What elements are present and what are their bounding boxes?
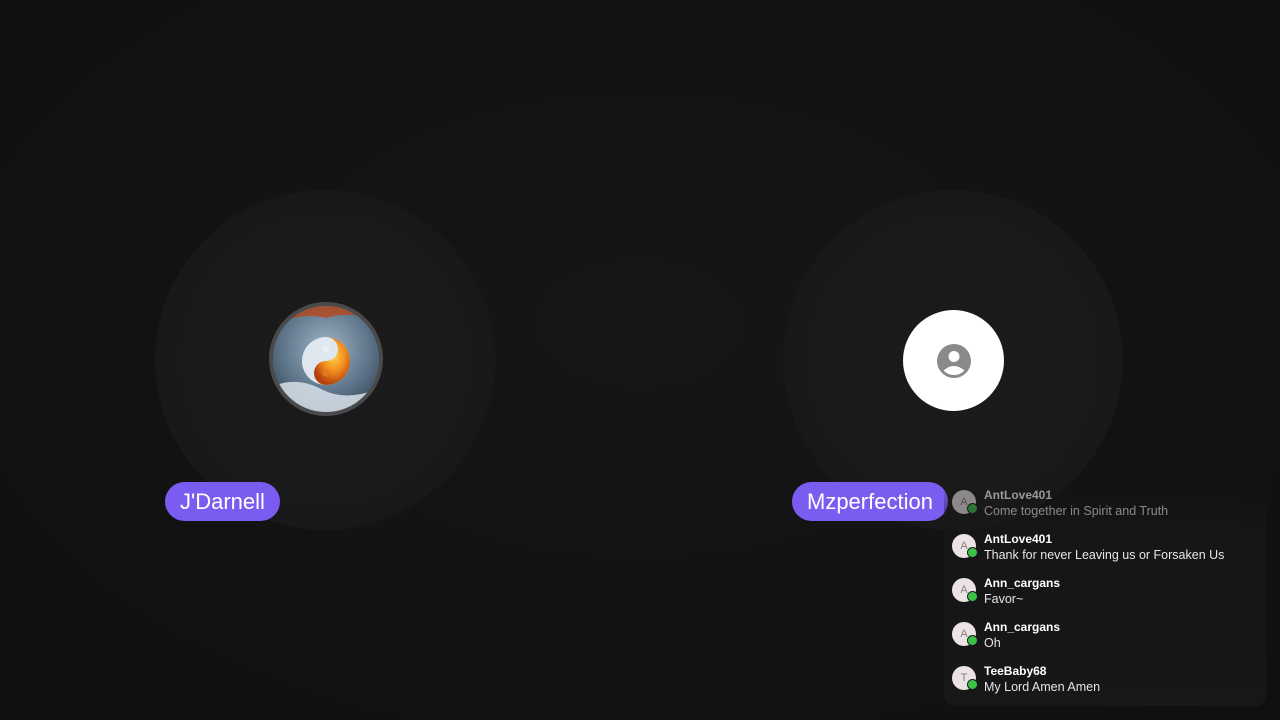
online-badge-icon — [967, 635, 978, 646]
chat-message: A AntLove401 Come together in Spirit and… — [952, 486, 1262, 526]
chat-text: Oh — [984, 636, 1001, 650]
chat-text: Favor~ — [984, 592, 1024, 606]
participant-name-jdarnell: J'Darnell — [165, 482, 280, 521]
chat-text: My Lord Amen Amen — [984, 680, 1101, 694]
default-user-icon — [936, 343, 971, 378]
chat-username[interactable]: TeeBaby68 — [984, 664, 1046, 678]
online-badge-icon — [967, 547, 978, 558]
chat-username[interactable]: Ann_cargans — [984, 576, 1060, 590]
chat-panel: A AntLove401 Come together in Spirit and… — [944, 484, 1266, 706]
online-badge-icon — [967, 591, 978, 602]
chat-message: A Ann_cargans Oh — [952, 618, 1262, 658]
participant-name-mzperfection: Mzperfection — [792, 482, 948, 521]
chat-message: T TeeBaby68 My Lord Amen Amen — [952, 662, 1262, 702]
online-badge-icon — [967, 679, 978, 690]
call-stage: J'Darnell Mzperfection A AntLove401 Come… — [0, 0, 1280, 720]
chat-username[interactable]: AntLove401 — [984, 532, 1052, 546]
chat-text: Come together in Spirit and Truth — [984, 504, 1169, 518]
chat-text: Thank for never Leaving us or Forsaken U… — [984, 548, 1225, 562]
participant-avatar-mzperfection — [903, 310, 1004, 411]
chat-message: A AntLove401 Thank for never Leaving us … — [952, 530, 1262, 570]
chat-username[interactable]: AntLove401 — [984, 488, 1052, 502]
participant-avatar-jdarnell — [269, 302, 383, 416]
online-badge-icon — [967, 503, 978, 514]
chat-message: A Ann_cargans Favor~ — [952, 574, 1262, 614]
chat-username[interactable]: Ann_cargans — [984, 620, 1060, 634]
yin-yang-fire-water-icon — [273, 306, 379, 412]
